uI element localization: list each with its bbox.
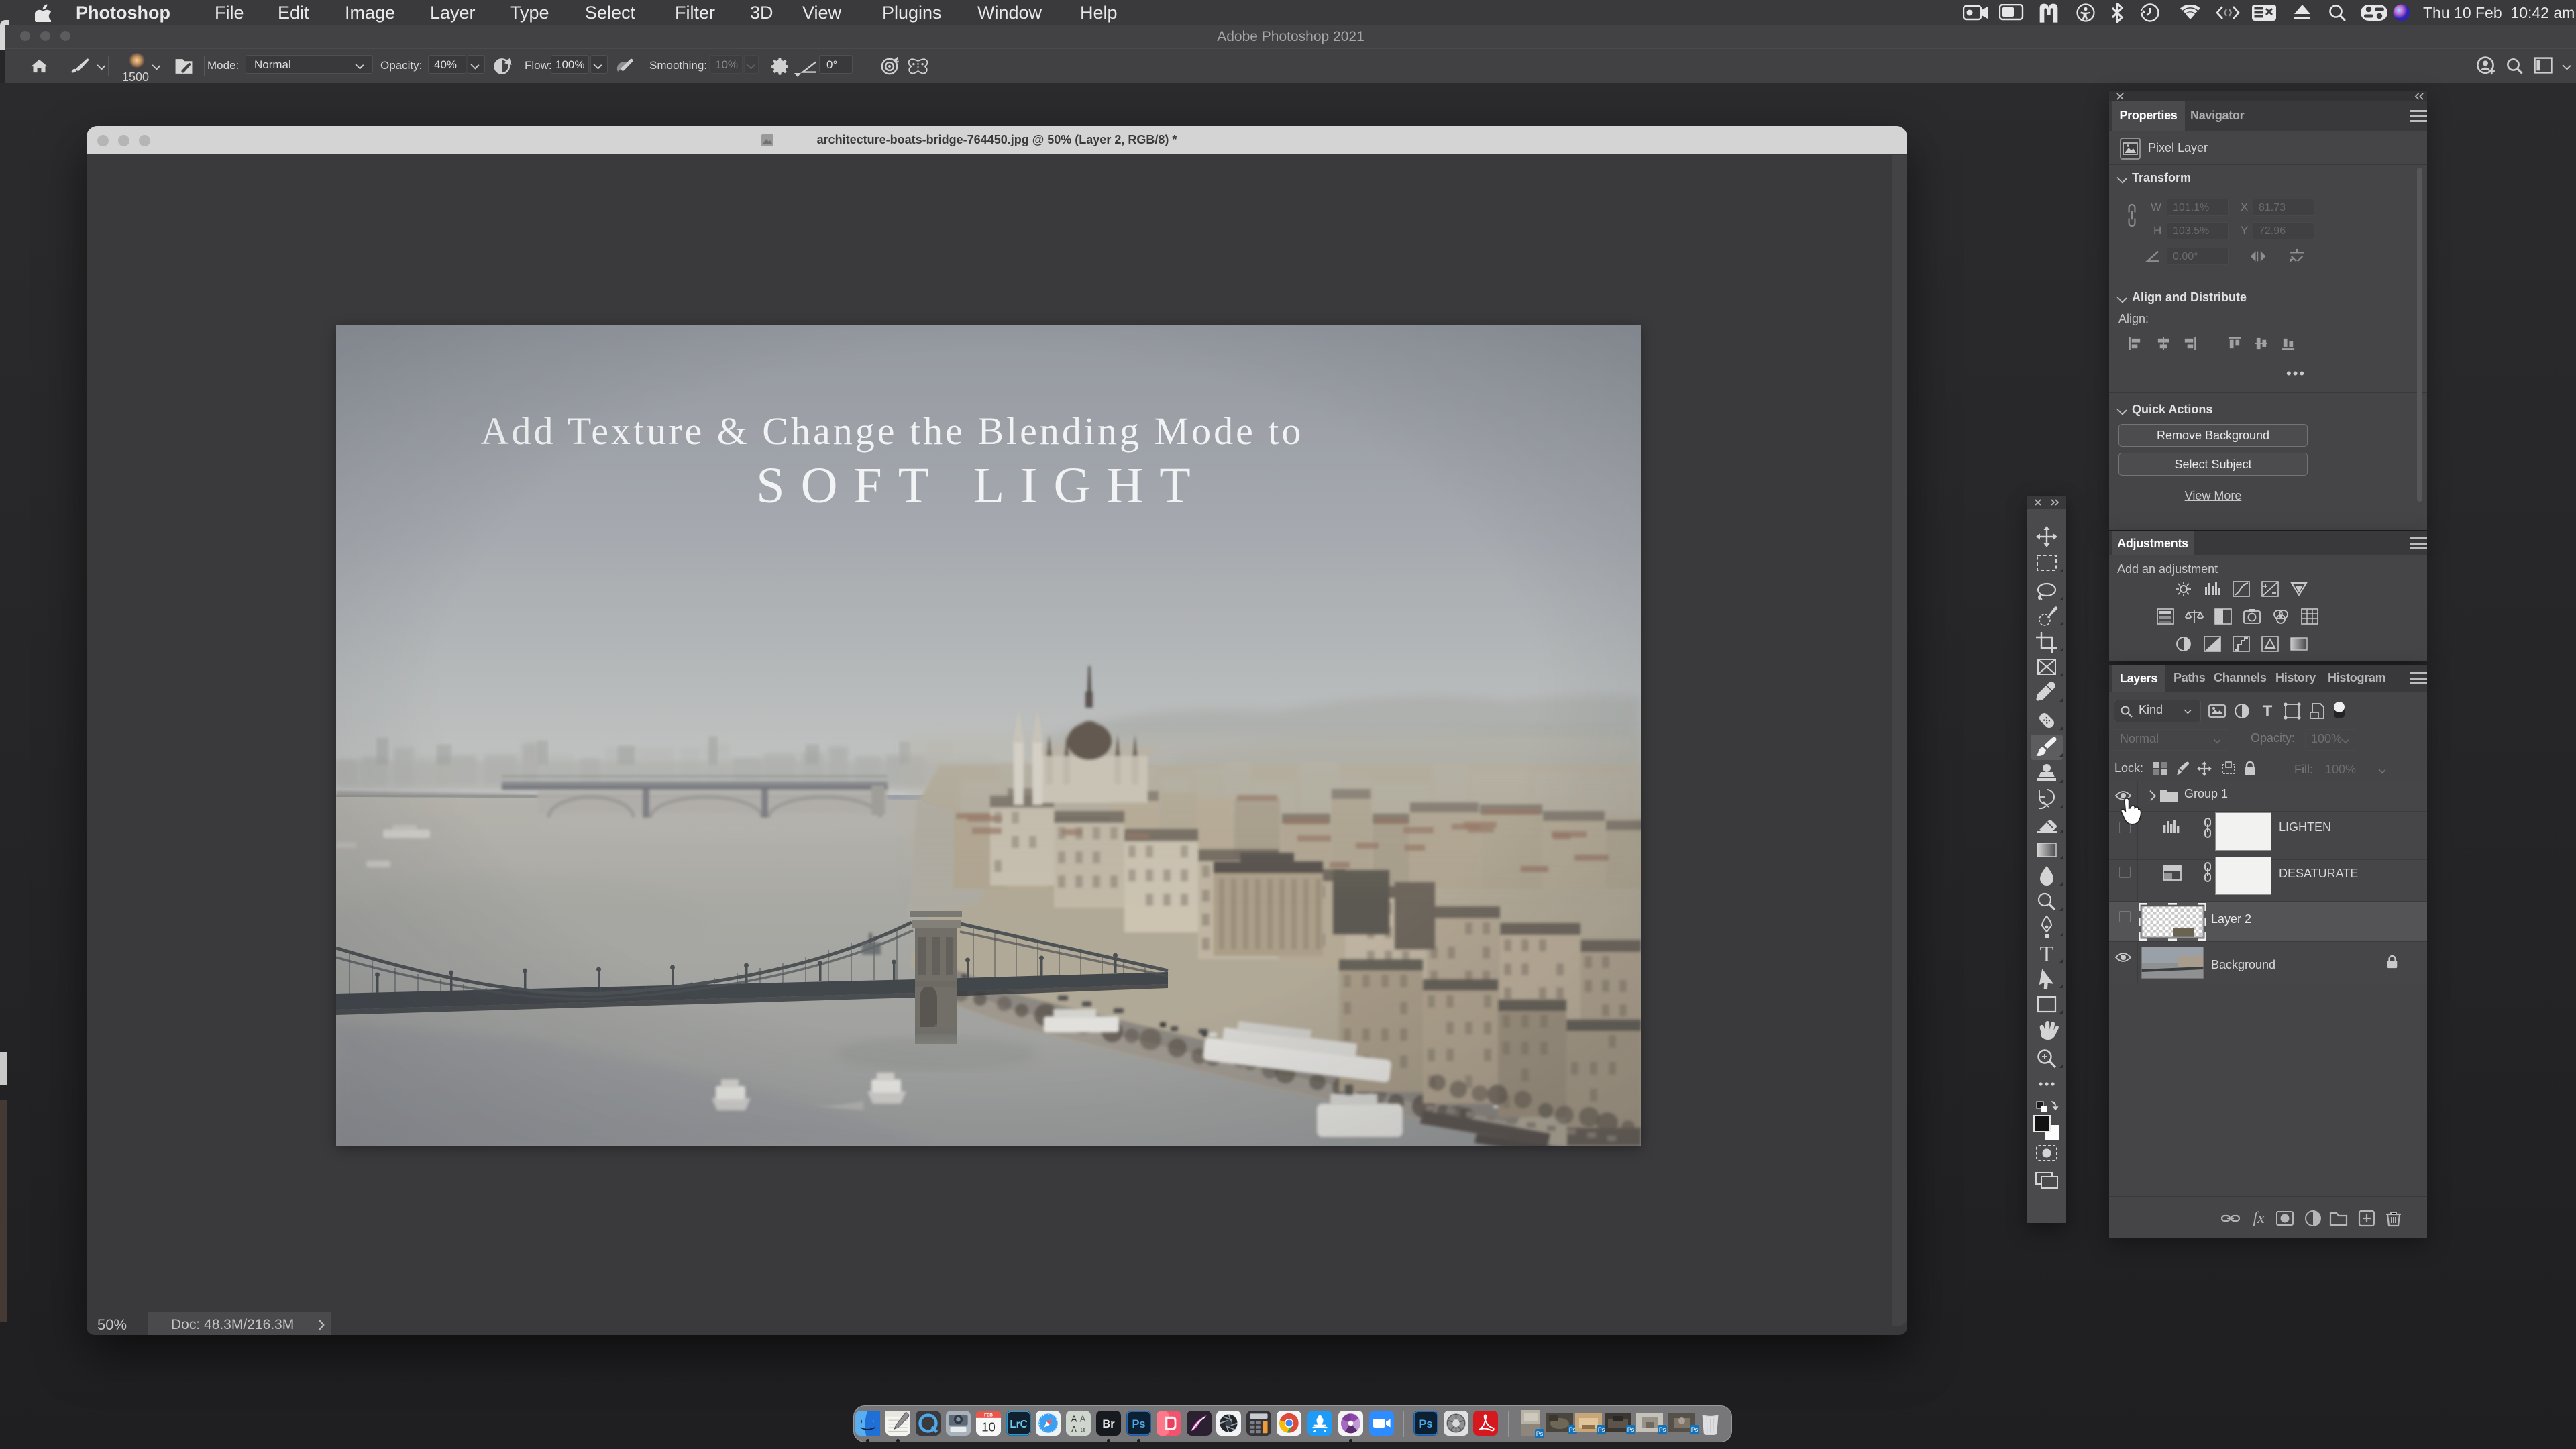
svg-text:Br: Br [1102, 1418, 1115, 1430]
svg-text:A: A [1080, 1413, 1086, 1424]
svg-text:T: T [2040, 942, 2054, 967]
svg-text:LrC: LrC [1010, 1419, 1027, 1430]
svg-text:fx: fx [2253, 1210, 2265, 1227]
svg-text:10: 10 [981, 1419, 996, 1434]
svg-text:Ps: Ps [1419, 1418, 1433, 1430]
svg-text:Ps: Ps [1132, 1418, 1146, 1430]
svg-text:FEB: FEB [984, 1413, 993, 1418]
svg-text:A: A [1071, 1425, 1077, 1434]
svg-text:T: T [2263, 702, 2273, 720]
svg-text:A: A [1071, 1413, 1077, 1424]
svg-text:α: α [1081, 1425, 1085, 1434]
